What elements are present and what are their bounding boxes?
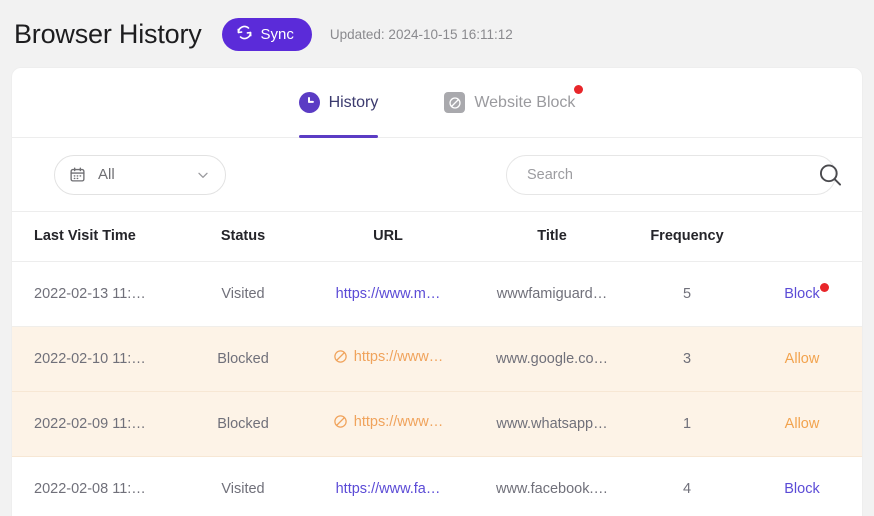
cell-status: Visited <box>182 456 304 516</box>
column-header-url: URL <box>304 212 472 262</box>
cell-last-visit-time: 2022-02-13 11:… <box>12 261 182 327</box>
tab-bar: History Website Block <box>12 68 862 138</box>
allow-action-label: Allow <box>784 415 820 432</box>
cell-status: Blocked <box>182 326 304 392</box>
url-link[interactable]: https://www.m… <box>336 286 441 302</box>
tab-history[interactable]: History <box>298 68 379 138</box>
table-row[interactable]: 2022-02-13 11:… Visited https://www.m… w… <box>12 261 862 327</box>
cell-url: https://www.m… <box>304 261 472 327</box>
search-box <box>506 154 842 195</box>
block-action-label: Block <box>784 285 820 302</box>
blocked-circle-slash-icon <box>333 349 348 364</box>
column-header-title: Title <box>472 212 632 262</box>
action-badge-dot <box>819 282 829 292</box>
url-link[interactable]: https://www.fa… <box>336 481 441 497</box>
cell-frequency: 3 <box>632 326 742 392</box>
blocked-circle-slash-icon <box>333 414 348 429</box>
cell-url: https://www.fa… <box>304 456 472 516</box>
block-action-link[interactable]: Block <box>784 282 829 302</box>
tab-website-block[interactable]: Website Block <box>444 68 584 138</box>
date-filter-dropdown[interactable]: All <box>54 154 226 195</box>
allow-action-label: Allow <box>784 350 820 367</box>
url-link[interactable]: https://www… <box>354 414 443 430</box>
cell-frequency: 1 <box>632 391 742 457</box>
filter-row: All <box>12 138 862 212</box>
tab-active-underline <box>298 134 379 138</box>
table-row[interactable]: 2022-02-08 11:… Visited https://www.fa… … <box>12 456 862 516</box>
column-header-frequency: Frequency <box>632 212 742 262</box>
history-table: Last Visit Time Status URL Title Frequen… <box>12 212 862 516</box>
cell-url: https://www… <box>304 326 472 392</box>
updated-timestamp: Updated: 2024-10-15 16:11:12 <box>329 26 513 42</box>
chevron-down-icon <box>195 167 211 183</box>
url-link[interactable]: https://www… <box>354 349 443 365</box>
cell-url: https://www… <box>304 391 472 457</box>
cell-status: Visited <box>182 261 304 327</box>
clock-icon <box>298 92 320 113</box>
column-header-status: Status <box>182 212 304 262</box>
column-header-action <box>742 212 862 262</box>
block-action-label: Block <box>784 480 820 497</box>
cell-title: www.google.co… <box>472 326 632 392</box>
cell-title: www.whatsapp… <box>472 391 632 457</box>
tab-history-label: History <box>328 93 379 111</box>
sync-button[interactable]: Sync <box>221 17 312 51</box>
block-circle-icon <box>444 92 466 113</box>
cell-last-visit-time: 2022-02-10 11:… <box>12 326 182 392</box>
column-header-last-visit-time: Last Visit Time <box>12 212 182 262</box>
cell-frequency: 4 <box>632 456 742 516</box>
cell-last-visit-time: 2022-02-09 11:… <box>12 391 182 457</box>
history-card: History Website Block All Search Last Vi… <box>12 68 862 516</box>
cell-action: Allow <box>742 326 862 392</box>
cell-frequency: 5 <box>632 261 742 327</box>
page-header: Browser History Sync Updated: 2024-10-15… <box>0 0 874 68</box>
cell-action: Block <box>742 456 862 516</box>
cell-status: Blocked <box>182 391 304 457</box>
cell-last-visit-time: 2022-02-08 11:… <box>12 456 182 516</box>
table-body: 2022-02-13 11:… Visited https://www.m… w… <box>12 261 862 516</box>
search-icon[interactable] <box>817 161 844 188</box>
tab-website-block-label: Website Block <box>474 93 576 111</box>
table-row[interactable]: 2022-02-09 11:… Blocked https://www… www… <box>12 391 862 457</box>
table-header-row: Last Visit Time Status URL Title Frequen… <box>12 212 862 262</box>
calendar-icon <box>69 166 86 183</box>
search-input[interactable] <box>506 154 836 195</box>
cell-title: www.facebook.… <box>472 456 632 516</box>
allow-action-link[interactable]: Allow <box>785 351 820 367</box>
notification-badge-dot <box>574 84 584 94</box>
allow-action-link[interactable]: Allow <box>785 416 820 432</box>
table-row[interactable]: 2022-02-10 11:… Blocked https://www… www… <box>12 326 862 392</box>
date-filter-label: All <box>98 166 115 183</box>
block-action-link[interactable]: Block <box>784 481 819 497</box>
sync-button-label: Sync <box>260 25 294 43</box>
page-title: Browser History <box>14 18 202 49</box>
cell-action: Block <box>742 261 862 327</box>
cell-title: wwwfamiguard… <box>472 261 632 327</box>
cell-action: Allow <box>742 391 862 457</box>
table-head: Last Visit Time Status URL Title Frequen… <box>12 212 862 262</box>
refresh-icon <box>236 24 253 45</box>
